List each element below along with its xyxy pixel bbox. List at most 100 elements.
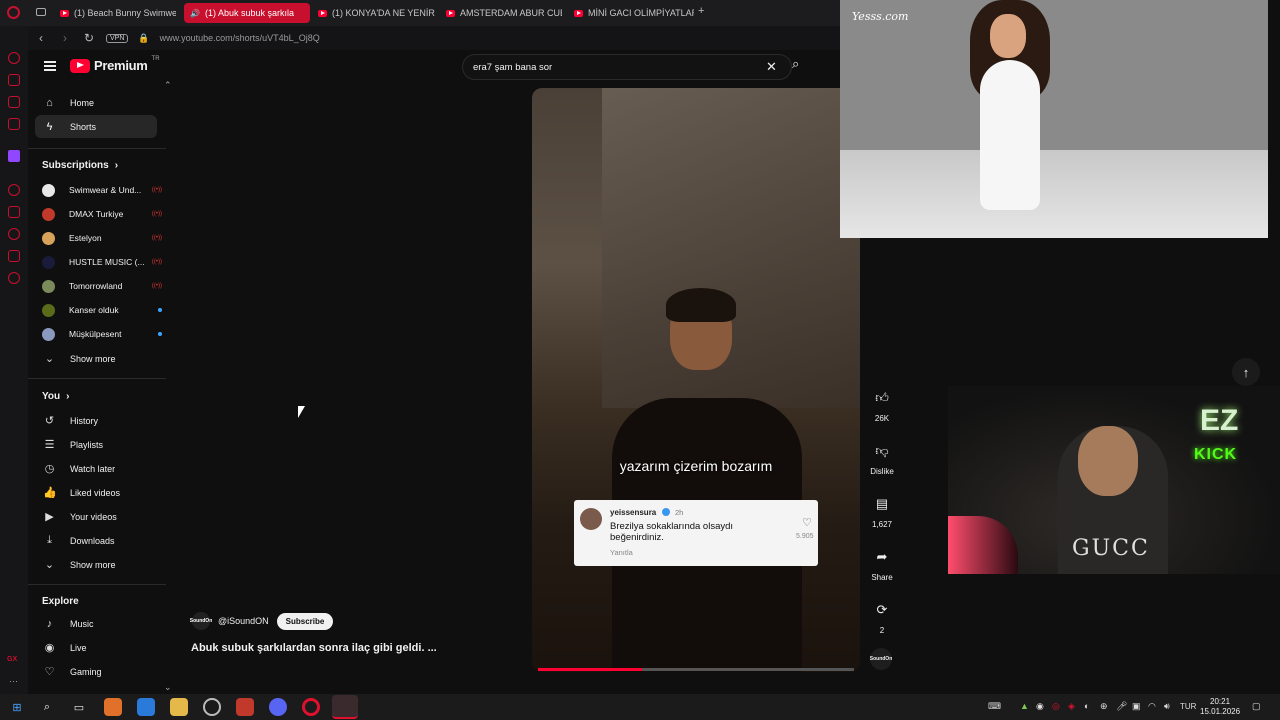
- menu-icon[interactable]: [44, 61, 56, 71]
- microphone-icon[interactable]: 🎤︎: [1116, 701, 1127, 712]
- scroll-up-button[interactable]: ↑: [1232, 358, 1260, 386]
- show-more-you[interactable]: ⌄ Show more: [35, 553, 157, 576]
- edge-icon[interactable]: [137, 698, 155, 716]
- sidebar-item-live[interactable]: ◉ Live: [35, 636, 157, 659]
- vpn-badge[interactable]: VPN: [106, 33, 129, 43]
- opera-tray-icon[interactable]: ◎: [1052, 701, 1060, 712]
- gx-icon[interactable]: GX: [7, 656, 17, 663]
- forward-icon[interactable]: ›: [58, 31, 72, 45]
- clock-date: 15.01.2026: [1200, 707, 1241, 716]
- sidebar-item-watch-later[interactable]: ◷ Watch later: [35, 457, 157, 480]
- comments-button[interactable]: ▤ 1,627: [862, 492, 902, 529]
- sidebar-scroll-down-icon[interactable]: ⌄: [164, 682, 172, 693]
- divider: [28, 378, 166, 379]
- speaker-icon[interactable]: 🔊: [190, 9, 200, 18]
- search-input[interactable]: era7 şam bana sor: [462, 54, 792, 80]
- file-explorer-icon[interactable]: [170, 698, 188, 716]
- settings-icon[interactable]: [8, 272, 20, 284]
- subscription-item[interactable]: Tomorrowland ((•)): [42, 275, 162, 297]
- video-progress-bar[interactable]: [538, 668, 854, 671]
- notifications-icon[interactable]: ▢: [1252, 701, 1261, 712]
- system-clock[interactable]: 20:21 15.01.2026: [1200, 697, 1240, 717]
- reload-icon[interactable]: ↻: [82, 31, 96, 45]
- logo-region: TR: [151, 56, 160, 62]
- network-tray-icon[interactable]: ◐: [1084, 701, 1089, 711]
- sidebar-item-liked-videos[interactable]: 👍 Liked videos: [35, 481, 157, 504]
- more-icon[interactable]: ···: [9, 676, 18, 686]
- sidebar-item-downloads[interactable]: ⤓ Downloads: [35, 529, 157, 552]
- clear-search-icon[interactable]: ✕: [766, 59, 777, 75]
- volume-icon[interactable]: 🔊︎: [1164, 701, 1170, 712]
- app-tray-icon[interactable]: ◈: [1068, 701, 1075, 712]
- short-video-player[interactable]: yazarım çizerim bozarım yeissensura 2h B…: [532, 88, 860, 672]
- sound-avatar[interactable]: SoundOn: [870, 648, 892, 670]
- you-heading[interactable]: You ›: [42, 391, 70, 402]
- windows-start-icon[interactable]: ⊞: [8, 698, 26, 716]
- sidebar-item-music[interactable]: ♪ Music: [35, 612, 157, 635]
- language-indicator[interactable]: TUR: [1180, 702, 1196, 711]
- like-button[interactable]: 👍︎ 26K: [862, 386, 902, 423]
- subscription-item[interactable]: Swimwear & Und... ((•)): [42, 179, 162, 201]
- sidebar-item-home[interactable]: ⌂ Home: [35, 91, 157, 114]
- display-icon[interactable]: ▣: [1132, 701, 1141, 712]
- sidebar-item-history[interactable]: ↺ History: [35, 409, 157, 432]
- sidebar-item-playlists[interactable]: ☰ Playlists: [35, 433, 157, 456]
- messenger-icon[interactable]: [8, 96, 20, 108]
- tab-menu-icon[interactable]: [36, 8, 46, 16]
- channel-avatar[interactable]: SoundOn: [190, 612, 212, 630]
- vpn-tray-icon[interactable]: ⊕: [1100, 701, 1108, 712]
- watch-later-icon: ◷: [44, 463, 55, 475]
- task-view-icon[interactable]: ▭: [70, 698, 88, 716]
- discord-tray-icon[interactable]: ◉: [1036, 701, 1044, 712]
- channel-name[interactable]: @iSoundON: [218, 616, 269, 626]
- subscription-item[interactable]: Müşkülpesent: [42, 323, 162, 345]
- sidebar-scroll-up-icon[interactable]: ⌃: [164, 80, 172, 91]
- tab-1[interactable]: (1) Beach Bunny Swimwear: [54, 3, 176, 23]
- youtube-logo[interactable]: Premium TR: [70, 56, 160, 73]
- voicemod-icon[interactable]: [236, 698, 254, 716]
- tab-2-active[interactable]: 🔊 (1) Abuk subuk şarkıla: [184, 3, 310, 23]
- tab-3[interactable]: (1) KONYA'DA NE YENİR N: [312, 3, 438, 23]
- new-tab-button[interactable]: +: [698, 5, 704, 17]
- subscription-item[interactable]: Estelyon ((•)): [42, 227, 162, 249]
- search-taskbar-icon[interactable]: ⌕: [38, 698, 56, 716]
- twitch-icon[interactable]: [8, 150, 20, 162]
- url-field[interactable]: www.youtube.com/shorts/uVT4bL_Oj8Q: [160, 33, 320, 43]
- dislike-button[interactable]: 👎︎ Dislike: [862, 439, 902, 476]
- instagram-icon[interactable]: [8, 118, 20, 130]
- subscription-item[interactable]: DMAX Turkiye ((•)): [42, 203, 162, 225]
- share-icon: ➦: [876, 549, 888, 564]
- sidebar-item-label: Gaming: [70, 666, 102, 677]
- clock-sidebar-icon[interactable]: [8, 228, 20, 240]
- obs-icon[interactable]: [203, 698, 221, 716]
- copilot-icon[interactable]: [104, 698, 122, 716]
- subscription-item[interactable]: HUSTLE MUSIC (... ((•)): [42, 251, 162, 273]
- opera-logo-icon[interactable]: [7, 6, 20, 19]
- subscription-item[interactable]: Kanser olduk: [42, 299, 162, 321]
- keyboard-icon[interactable]: ⌨: [988, 701, 1001, 712]
- discord-icon[interactable]: [269, 698, 287, 716]
- dislike-icon: 👎︎: [875, 443, 889, 458]
- subscriptions-heading[interactable]: Subscriptions ›: [42, 160, 118, 171]
- back-icon[interactable]: ‹: [34, 31, 48, 45]
- remix-button[interactable]: ⟳ 2: [862, 598, 902, 635]
- nvidia-icon[interactable]: ▲: [1020, 701, 1029, 711]
- extensions-icon[interactable]: [8, 250, 20, 262]
- tab-5[interactable]: MİNİ GACI OLİMPİYATLAR: [568, 3, 694, 23]
- sidebar-item-gaming[interactable]: ♡ Gaming: [35, 660, 157, 683]
- share-button[interactable]: ➦ Share: [862, 545, 902, 582]
- tab-4[interactable]: AMSTERDAM ABUR CUBU: [440, 3, 562, 23]
- short-title[interactable]: Abuk subuk şarkılardan sonra ilaç gibi g…: [191, 642, 437, 654]
- show-more-subscriptions[interactable]: ⌄ Show more: [35, 347, 157, 370]
- history-sidebar-icon[interactable]: [8, 52, 20, 64]
- opera-gx-icon[interactable]: [332, 695, 358, 719]
- sidebar-item-your-videos[interactable]: ▶ Your videos: [35, 505, 157, 528]
- search-icon[interactable]: ⌕: [792, 56, 799, 72]
- subscribe-button[interactable]: Subscribe: [276, 612, 334, 630]
- opera-icon[interactable]: [302, 698, 320, 716]
- sidebar-item-shorts[interactable]: ϟ Shorts: [35, 115, 157, 138]
- player-icon[interactable]: [8, 184, 20, 196]
- bookmarks-icon[interactable]: [8, 206, 20, 218]
- aria-icon[interactable]: [8, 74, 20, 86]
- wifi-icon[interactable]: ◠: [1148, 701, 1156, 712]
